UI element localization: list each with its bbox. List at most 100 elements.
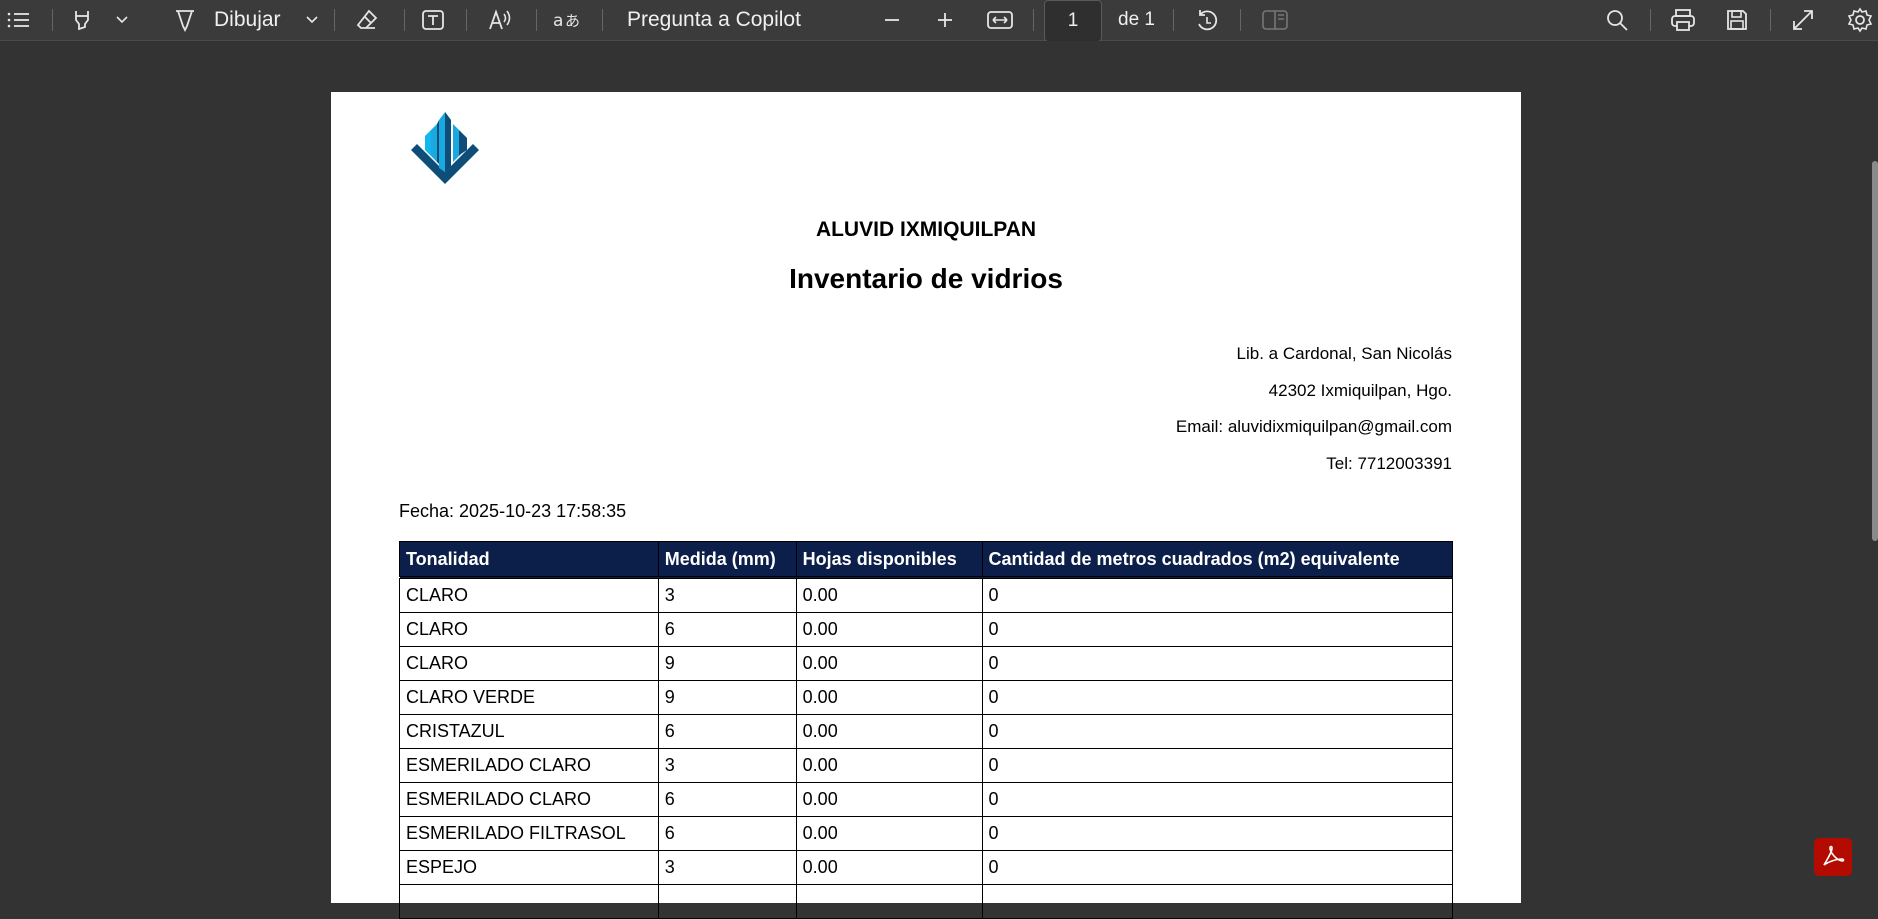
table-row: CLARO 9 0.00 0 bbox=[399, 646, 1454, 681]
cell-medida: 9 bbox=[657, 646, 797, 681]
column-header-medida: Medida (mm) bbox=[657, 541, 797, 579]
cell-tonalidad: ESMERILADO CLARO bbox=[399, 782, 659, 817]
cell-hojas: 0.00 bbox=[795, 646, 983, 681]
report-date: Fecha: 2025-10-23 17:58:35 bbox=[399, 501, 627, 521]
email-line: Email: aluvidixmiquilpan@gmail.com bbox=[1175, 417, 1452, 436]
cell-medida: 3 bbox=[657, 748, 797, 783]
table-row: ESMERILADO CLARO 3 0.00 0 bbox=[399, 748, 1454, 783]
cell-tonalidad: CLARO bbox=[399, 577, 659, 613]
cell-hojas: 0.00 bbox=[795, 680, 983, 715]
table-row: CRISTAZUL 6 0.00 0 bbox=[399, 714, 1454, 749]
column-header-hojas: Hojas disponibles bbox=[795, 541, 983, 579]
cell-medida: 3 bbox=[657, 850, 797, 885]
cell-medida: 6 bbox=[657, 714, 797, 749]
cell-medida: 3 bbox=[657, 577, 797, 613]
highlighter-icon[interactable] bbox=[68, 0, 98, 40]
table-header-row: Tonalidad Medida (mm) Hojas disponibles … bbox=[399, 541, 1454, 579]
cell-m2: 0 bbox=[981, 714, 1454, 749]
document-viewer: ALUVID IXMIQUILPAN Inventario de vidrios… bbox=[0, 41, 1878, 919]
cell-hojas: 0.00 bbox=[795, 612, 983, 647]
acrobat-icon[interactable] bbox=[1814, 838, 1852, 876]
fit-width-icon[interactable] bbox=[985, 0, 1015, 40]
column-header-tonalidad: Tonalidad bbox=[399, 541, 659, 579]
table-row: CLARO VERDE 9 0.00 0 bbox=[399, 680, 1454, 715]
settings-icon[interactable] bbox=[1845, 0, 1875, 40]
cell-tonalidad: ESMERILADO FILTRASOL bbox=[399, 816, 659, 851]
cell-tonalidad: CRISTAZUL bbox=[399, 714, 659, 749]
page-number-input[interactable]: 1 bbox=[1044, 0, 1102, 42]
menu-icon[interactable] bbox=[4, 0, 32, 40]
zoom-out-icon[interactable] bbox=[880, 0, 904, 40]
page-total-label: de 1 bbox=[1118, 9, 1155, 30]
cell-m2: 0 bbox=[981, 612, 1454, 647]
draw-button[interactable]: Dibujar bbox=[214, 0, 281, 40]
cell-hojas: 0.00 bbox=[795, 816, 983, 851]
cell-hojas bbox=[795, 884, 983, 919]
inventory-table: Tonalidad Medida (mm) Hojas disponibles … bbox=[399, 541, 1454, 919]
cell-tonalidad: CLARO bbox=[399, 646, 659, 681]
cell-tonalidad bbox=[399, 884, 659, 919]
vertical-scrollbar[interactable] bbox=[1872, 161, 1878, 541]
cell-hojas: 0.00 bbox=[795, 850, 983, 885]
cell-tonalidad: CLARO bbox=[399, 612, 659, 647]
translate-icon[interactable]: aあ bbox=[552, 0, 582, 40]
cell-medida bbox=[657, 884, 797, 919]
chevron-down-icon[interactable] bbox=[302, 0, 322, 40]
read-aloud-icon[interactable] bbox=[486, 0, 516, 40]
cell-m2: 0 bbox=[981, 577, 1454, 613]
cell-m2 bbox=[981, 884, 1454, 919]
cell-tonalidad: ESPEJO bbox=[399, 850, 659, 885]
text-box-icon[interactable] bbox=[418, 0, 448, 40]
table-row bbox=[399, 884, 1454, 919]
cell-tonalidad: CLARO VERDE bbox=[399, 680, 659, 715]
cell-tonalidad: ESMERILADO CLARO bbox=[399, 748, 659, 783]
save-icon[interactable] bbox=[1722, 0, 1752, 40]
cell-m2: 0 bbox=[981, 680, 1454, 715]
cell-m2: 0 bbox=[981, 816, 1454, 851]
separator bbox=[1173, 9, 1174, 31]
pdf-toolbar: Dibujar aあ Pregunta a Copilot 1 de 1 bbox=[0, 0, 1878, 42]
table-row: ESMERILADO CLARO 6 0.00 0 bbox=[399, 782, 1454, 817]
separator bbox=[1650, 9, 1651, 31]
print-icon[interactable] bbox=[1668, 0, 1698, 40]
separator bbox=[334, 9, 335, 31]
svg-text:あ: あ bbox=[565, 12, 580, 30]
postal-line: 42302 Ixmiquilpan, Hgo. bbox=[1268, 381, 1452, 400]
table-row: CLARO 3 0.00 0 bbox=[399, 577, 1454, 613]
ask-copilot-button[interactable]: Pregunta a Copilot bbox=[627, 0, 801, 40]
cell-m2: 0 bbox=[981, 850, 1454, 885]
separator bbox=[1033, 9, 1034, 31]
svg-text:a: a bbox=[553, 11, 563, 31]
separator bbox=[404, 9, 405, 31]
company-logo bbox=[411, 112, 479, 184]
pen-icon[interactable] bbox=[170, 0, 200, 40]
cell-m2: 0 bbox=[981, 646, 1454, 681]
cell-hojas: 0.00 bbox=[795, 748, 983, 783]
cell-medida: 9 bbox=[657, 680, 797, 715]
separator bbox=[1240, 9, 1241, 31]
address-line: Lib. a Cardonal, San Nicolás bbox=[1236, 344, 1452, 363]
two-page-icon[interactable] bbox=[1260, 0, 1290, 40]
column-header-m2: Cantidad de metros cuadrados (m2) equiva… bbox=[981, 541, 1454, 579]
cell-medida: 6 bbox=[657, 816, 797, 851]
table-row: CLARO 6 0.00 0 bbox=[399, 612, 1454, 647]
cell-m2: 0 bbox=[981, 782, 1454, 817]
phone-line: Tel: 7712003391 bbox=[1326, 454, 1452, 473]
cell-medida: 6 bbox=[657, 782, 797, 817]
table-row: ESMERILADO FILTRASOL 6 0.00 0 bbox=[399, 816, 1454, 851]
fullscreen-icon[interactable] bbox=[1788, 0, 1818, 40]
rotate-icon[interactable] bbox=[1192, 0, 1222, 40]
cell-hojas: 0.00 bbox=[795, 577, 983, 613]
separator bbox=[52, 9, 53, 31]
separator bbox=[602, 9, 603, 31]
search-icon[interactable] bbox=[1602, 0, 1632, 40]
cell-m2: 0 bbox=[981, 748, 1454, 783]
cell-hojas: 0.00 bbox=[795, 782, 983, 817]
pdf-page: ALUVID IXMIQUILPAN Inventario de vidrios… bbox=[331, 92, 1521, 919]
eraser-icon[interactable] bbox=[352, 0, 382, 40]
chevron-down-icon[interactable] bbox=[112, 0, 132, 40]
separator bbox=[536, 9, 537, 31]
table-row: ESPEJO 3 0.00 0 bbox=[399, 850, 1454, 885]
zoom-in-icon[interactable] bbox=[933, 0, 957, 40]
separator bbox=[466, 9, 467, 31]
